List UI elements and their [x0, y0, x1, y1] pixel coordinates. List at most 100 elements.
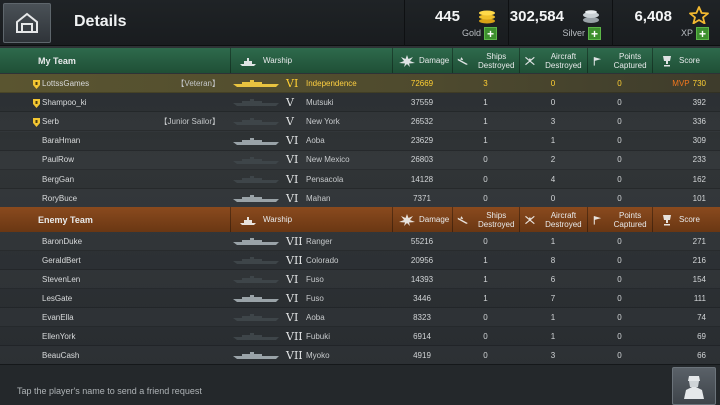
damage-value: 14128 — [410, 174, 434, 184]
ship-tier: V — [286, 114, 294, 128]
enemy-score-column-header[interactable]: Score — [652, 207, 720, 232]
damage-value: 8323 — [413, 312, 431, 322]
ship-cell: VI Aoba — [230, 134, 392, 147]
player-name[interactable]: BergGan — [0, 175, 132, 184]
ship-name: Myoko — [306, 350, 330, 360]
damage-value: 23629 — [410, 136, 434, 146]
my-team-title: My Team — [38, 55, 76, 66]
star-icon — [689, 6, 709, 24]
points-captured-column-header[interactable]: Points Captured — [587, 48, 652, 73]
enemy-score-header-label: Score — [679, 215, 700, 224]
score-number: 74 — [697, 312, 706, 322]
player-name-label: Shampoo_ki — [42, 97, 87, 107]
ship-silhouette-icon — [232, 293, 280, 303]
player-rank: 【Veteran】 — [176, 78, 220, 88]
player-row: BaronDuke VII Ranger 55216 0 1 0 271 — [0, 232, 720, 251]
ship-name: Ranger — [306, 236, 333, 246]
plane-crossed-icon — [525, 56, 535, 65]
score-value: 101 — [652, 194, 720, 203]
damage-value: 26532 — [410, 116, 434, 126]
convert-xp-button[interactable]: + — [696, 27, 709, 40]
player-name[interactable]: BaraHman — [0, 136, 132, 145]
score-number: 69 — [697, 331, 706, 341]
mvp-badge: MVP — [672, 78, 690, 88]
player-row: Shampoo_ki V Mutsuki 37559 1 0 0 392 — [0, 93, 720, 113]
ship-name: Fuso — [306, 293, 324, 303]
player-name[interactable]: EllenYork — [0, 332, 132, 341]
score-number: 66 — [697, 350, 706, 360]
player-name[interactable]: StevenLen — [0, 275, 132, 284]
aircraft-destroyed-value: 0 — [550, 78, 556, 88]
ship-cell: VI Fuso — [230, 273, 392, 286]
ship-tier: VII — [286, 234, 303, 248]
score-value: 392 — [652, 98, 720, 107]
home-button[interactable] — [3, 3, 51, 43]
enemy-aircraft-destroyed-column-header[interactable]: Aircraft Destroyed — [519, 207, 587, 232]
ships-destroyed-value: 1 — [483, 293, 488, 303]
points-captured-value: 0 — [617, 350, 622, 360]
player-name[interactable]: RoryBuce — [0, 194, 132, 203]
score-value: 74 — [652, 313, 720, 322]
ships-destroyed-value: 3 — [483, 78, 488, 88]
gold-amount: 445 — [434, 8, 460, 25]
aircraft-destroyed-value: 0 — [550, 97, 556, 107]
hangar-icon — [16, 12, 38, 33]
ship-silhouette-icon — [232, 350, 280, 360]
player-name[interactable]: LesGate — [0, 294, 132, 303]
player-row: RoryBuce VI Mahan 7371 0 0 0 101 — [0, 189, 720, 209]
gold-label: Gold — [461, 28, 481, 38]
ships-destroyed-value: 1 — [483, 274, 488, 284]
ships-destroyed-value: 0 — [483, 312, 488, 322]
ship-silhouette-icon — [232, 312, 280, 322]
damage-column-header[interactable]: Damage — [392, 48, 452, 73]
ships-destroyed-value: 0 — [483, 236, 488, 246]
player-name-label: StevenLen — [42, 274, 81, 284]
player-name[interactable]: PaulRow — [0, 155, 132, 164]
damage-value: 7371 — [413, 193, 431, 203]
points-captured-value: 0 — [617, 293, 622, 303]
score-value: 271 — [652, 237, 720, 246]
player-name[interactable]: GeraldBert — [0, 256, 132, 265]
player-name[interactable]: LottssGames — [0, 79, 132, 89]
points-captured-value: 0 — [617, 174, 622, 184]
friend-request-hint: Tap the player's name to send a friend r… — [17, 386, 202, 396]
ship-cell: VII Colorado — [230, 254, 392, 267]
warship-column-header[interactable]: Warship — [230, 48, 392, 73]
score-number: 309 — [692, 136, 706, 146]
top-bar: Details 445 Gold + 302,584 Silver + 6,40… — [0, 0, 720, 46]
ship-cell: VI Independence — [230, 77, 392, 90]
player-name-label: BaronDuke — [42, 236, 83, 246]
sinking-ship-icon — [457, 215, 468, 224]
buy-gold-button[interactable]: + — [484, 27, 497, 40]
ships-destroyed-value: 0 — [483, 155, 488, 165]
player-name[interactable]: BaronDuke — [0, 237, 132, 246]
player-row: BeauCash VII Myoko 4919 0 3 0 66 — [0, 346, 720, 365]
flag-icon — [593, 215, 602, 225]
player-name[interactable]: BeauCash — [0, 351, 132, 360]
aircraft-destroyed-column-header[interactable]: Aircraft Destroyed — [519, 48, 587, 73]
enemy-points-captured-column-header[interactable]: Points Captured — [587, 207, 652, 232]
ships-destroyed-column-header[interactable]: Ships Destroyed — [452, 48, 519, 73]
ship-tier: V — [286, 95, 294, 109]
xp-amount: 6,408 — [634, 8, 672, 25]
ship-tier: VI — [286, 191, 299, 205]
player-name-label: Serb — [42, 116, 59, 126]
player-name[interactable]: Shampoo_ki — [0, 97, 132, 108]
flag-icon — [593, 56, 602, 66]
points-captured-value: 0 — [617, 312, 622, 322]
enemy-ships-destroyed-column-header[interactable]: Ships Destroyed — [452, 207, 519, 232]
points-captured-value: 0 — [617, 193, 622, 203]
player-name-label: BergGan — [42, 174, 75, 184]
enemy-damage-column-header[interactable]: Damage — [392, 207, 452, 232]
player-name[interactable]: Serb — [0, 116, 132, 127]
ship-cell: VI Aoba — [230, 311, 392, 324]
score-column-header[interactable]: Score — [652, 48, 720, 73]
plane-crossed-icon — [525, 215, 535, 224]
ship-tier: VI — [286, 153, 299, 167]
captain-button[interactable] — [672, 367, 716, 405]
player-name-label: BaraHman — [42, 136, 81, 146]
buy-silver-button[interactable]: + — [588, 27, 601, 40]
enemy-warship-column-header[interactable]: Warship — [230, 207, 392, 232]
player-name[interactable]: EvanElla — [0, 313, 132, 322]
aircraft-destroyed-value: 3 — [550, 350, 556, 360]
